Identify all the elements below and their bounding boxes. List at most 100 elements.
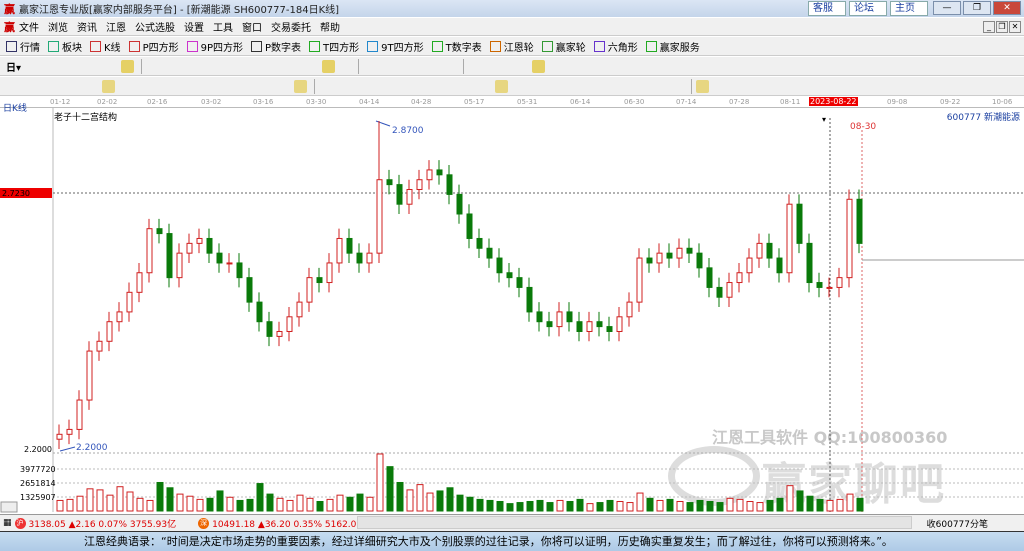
candle — [146, 228, 153, 274]
candle — [596, 321, 603, 328]
candle — [626, 301, 633, 318]
candle — [206, 237, 213, 254]
candle — [576, 321, 583, 332]
volume-bar — [156, 481, 164, 512]
volume-bar — [316, 500, 324, 512]
candle — [346, 237, 353, 254]
candle — [256, 301, 263, 323]
cursor-arrow-icon: ▾ — [822, 115, 826, 124]
volume-bar — [506, 503, 514, 512]
candle — [556, 311, 563, 328]
candle — [86, 350, 93, 401]
candle — [136, 272, 143, 293]
candle — [116, 311, 123, 323]
candle — [756, 242, 763, 259]
candle — [436, 169, 443, 176]
volume-bar — [666, 498, 674, 512]
volume-bar — [486, 499, 494, 512]
volume-bar — [586, 503, 594, 512]
volume-bar — [616, 500, 624, 512]
volume-bar — [426, 492, 434, 512]
candle — [76, 399, 83, 430]
volume-bar — [476, 498, 484, 512]
volume-bar — [356, 493, 364, 512]
volume-bar — [376, 453, 384, 512]
candle — [306, 277, 313, 303]
volume-bar — [336, 494, 344, 512]
candle — [426, 169, 433, 181]
sz-index[interactable]: 10491.18 ▲36.20 0.35% 5162.03亿 — [212, 517, 371, 530]
volume-bar — [756, 502, 764, 512]
volume-bar — [466, 496, 474, 512]
candle — [836, 277, 843, 288]
status-bar: ▦ 沪 3138.05 ▲2.16 0.07% 3755.93亿 深 10491… — [0, 514, 1024, 531]
tick-detail[interactable]: 收600777分笔 — [927, 517, 988, 530]
volume-bar — [676, 500, 684, 512]
candle — [786, 203, 793, 274]
volume-bar — [116, 486, 124, 512]
calc-icon[interactable]: ▦ — [3, 518, 12, 528]
volume-bar — [176, 493, 184, 512]
volume-bar — [786, 485, 794, 512]
candle — [496, 257, 503, 274]
volume-bar — [216, 490, 224, 512]
candle — [126, 291, 133, 313]
volume-bar — [326, 498, 334, 512]
candle — [616, 316, 623, 332]
candle — [96, 340, 103, 352]
volume-bar — [856, 497, 864, 512]
volume-bar — [146, 499, 154, 512]
volume-bar — [716, 502, 724, 512]
volume-bar — [556, 499, 564, 512]
volume-bar — [736, 498, 744, 512]
candle — [516, 277, 523, 288]
volume-bar — [526, 500, 534, 512]
volume-bar — [366, 496, 374, 512]
candle — [276, 330, 283, 337]
candle — [586, 321, 593, 332]
volume-bar — [346, 496, 354, 512]
expand-button[interactable] — [0, 501, 18, 513]
volume-bar — [106, 494, 114, 512]
high-annotation: 2.8700 — [392, 126, 424, 136]
volume-bar — [206, 497, 214, 512]
volume-bar — [776, 497, 784, 512]
volume-label-2: 2651814 — [20, 479, 56, 488]
volume-bar — [516, 502, 524, 512]
sh-index[interactable]: 3138.05 ▲2.16 0.07% 3755.93亿 — [29, 517, 177, 530]
volume-bar — [546, 502, 554, 512]
volume-bar — [806, 495, 814, 512]
sh-index-icon: 沪 — [14, 517, 26, 529]
candle — [416, 179, 423, 191]
candle — [526, 286, 533, 313]
volume-bar — [396, 481, 404, 512]
volume-bar — [166, 487, 174, 512]
volume-bar — [606, 499, 614, 512]
candle — [186, 242, 193, 254]
candle — [566, 311, 573, 323]
volume-bar — [306, 497, 314, 512]
kline-chart[interactable]: 2.7230 2.2000 2.8700 2.2000 08-30 ▾ 3977… — [0, 0, 1024, 514]
volume-bar — [706, 500, 714, 512]
volume-bar — [696, 499, 704, 512]
candle — [506, 272, 513, 279]
candle — [156, 228, 163, 235]
volume-bar — [796, 490, 804, 512]
status-scrollbar[interactable] — [357, 516, 912, 529]
volume-label-3: 1325907 — [20, 493, 56, 502]
cursor-price-label: 2.7230 — [2, 189, 30, 198]
candle — [356, 252, 363, 264]
volume-bar — [536, 499, 544, 512]
volume-bar — [266, 493, 274, 512]
volume-bar — [136, 497, 144, 512]
candle — [286, 316, 293, 332]
volume-bar — [56, 499, 64, 512]
candle — [66, 428, 73, 435]
volume-bar — [496, 500, 504, 512]
volume-bar — [406, 489, 414, 512]
candle — [196, 237, 203, 244]
candle — [316, 277, 323, 284]
volume-bar — [276, 497, 284, 512]
volume-bar — [576, 498, 584, 512]
volume-bar — [246, 498, 254, 512]
